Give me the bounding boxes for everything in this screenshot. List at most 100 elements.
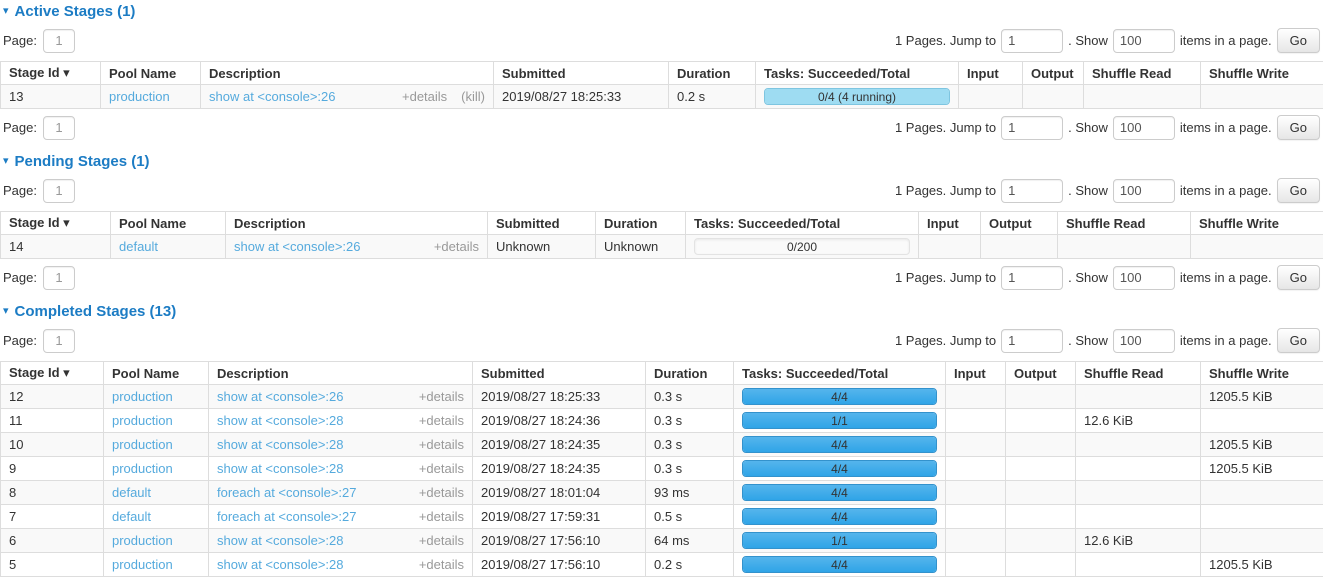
jump-to-input[interactable] bbox=[1001, 179, 1063, 203]
kill-link[interactable]: (kill) bbox=[461, 89, 485, 104]
page-number-input[interactable] bbox=[43, 179, 75, 203]
details-toggle[interactable]: +details bbox=[419, 533, 464, 548]
column-header[interactable]: Output bbox=[981, 212, 1058, 235]
details-toggle[interactable]: +details bbox=[419, 413, 464, 428]
cell-duration: 93 ms bbox=[646, 481, 734, 505]
go-button[interactable]: Go bbox=[1277, 178, 1320, 203]
pool-name-link[interactable]: production bbox=[112, 437, 173, 452]
page-number-input[interactable] bbox=[43, 116, 75, 140]
details-toggle[interactable]: +details bbox=[419, 437, 464, 452]
stage-description-link[interactable]: show at <console>:28 bbox=[217, 461, 343, 476]
column-header[interactable]: Shuffle Write bbox=[1201, 362, 1323, 385]
pool-name-link[interactable]: production bbox=[112, 413, 173, 428]
show-items-input[interactable] bbox=[1113, 116, 1175, 140]
cell-submitted: 2019/08/27 18:01:04 bbox=[473, 481, 646, 505]
go-button[interactable]: Go bbox=[1277, 28, 1320, 53]
show-items-input[interactable] bbox=[1113, 266, 1175, 290]
details-toggle[interactable]: +details bbox=[419, 485, 464, 500]
column-header[interactable]: Stage Id ▾ bbox=[1, 362, 104, 385]
details-toggle[interactable]: +details bbox=[419, 389, 464, 404]
column-header[interactable]: Description bbox=[226, 212, 488, 235]
column-header[interactable]: Duration bbox=[596, 212, 686, 235]
column-header[interactable]: Input bbox=[919, 212, 981, 235]
stage-description-link[interactable]: show at <console>:26 bbox=[209, 89, 335, 104]
page-number-input[interactable] bbox=[43, 266, 75, 290]
jump-to-input[interactable] bbox=[1001, 266, 1063, 290]
pool-name-link[interactable]: default bbox=[112, 509, 151, 524]
column-header[interactable]: Submitted bbox=[494, 62, 669, 85]
show-items-input[interactable] bbox=[1113, 179, 1175, 203]
stage-description-link[interactable]: show at <console>:28 bbox=[217, 437, 343, 452]
column-header[interactable]: Submitted bbox=[473, 362, 646, 385]
cell-tasks: 4/4 bbox=[734, 481, 946, 505]
column-header[interactable]: Tasks: Succeeded/Total bbox=[756, 62, 959, 85]
details-toggle[interactable]: +details bbox=[419, 557, 464, 572]
go-button[interactable]: Go bbox=[1277, 265, 1320, 290]
pool-name-link[interactable]: production bbox=[112, 461, 173, 476]
cell-tasks: 4/4 bbox=[734, 433, 946, 457]
cell-shuffle-write bbox=[1201, 529, 1323, 553]
active-stages-heading[interactable]: ▾ Active Stages (1) bbox=[3, 3, 1323, 20]
column-header[interactable]: Output bbox=[1023, 62, 1084, 85]
column-header[interactable]: Shuffle Read bbox=[1084, 62, 1201, 85]
column-header[interactable]: Pool Name bbox=[104, 362, 209, 385]
details-toggle[interactable]: +details bbox=[402, 89, 447, 104]
cell-stage-id: 10 bbox=[1, 433, 104, 457]
column-header[interactable]: Shuffle Write bbox=[1191, 212, 1323, 235]
page-label: Page: bbox=[3, 333, 37, 348]
stage-description-link[interactable]: foreach at <console>:27 bbox=[217, 509, 357, 524]
details-toggle[interactable]: +details bbox=[434, 239, 479, 254]
column-header[interactable]: Tasks: Succeeded/Total bbox=[686, 212, 919, 235]
pool-name-link[interactable]: production bbox=[112, 533, 173, 548]
pool-name-link[interactable]: production bbox=[112, 557, 173, 572]
jump-to-input[interactable] bbox=[1001, 29, 1063, 53]
column-header[interactable]: Output bbox=[1006, 362, 1076, 385]
details-toggle[interactable]: +details bbox=[419, 509, 464, 524]
items-text: items in a page. bbox=[1180, 333, 1272, 348]
page-number-input[interactable] bbox=[43, 29, 75, 53]
column-header[interactable]: Input bbox=[946, 362, 1006, 385]
column-header[interactable]: Description bbox=[209, 362, 473, 385]
stage-description-link[interactable]: show at <console>:28 bbox=[217, 533, 343, 548]
jump-to-input[interactable] bbox=[1001, 116, 1063, 140]
cell-duration: 64 ms bbox=[646, 529, 734, 553]
column-header[interactable]: Stage Id ▾ bbox=[1, 62, 101, 85]
details-toggle[interactable]: +details bbox=[419, 461, 464, 476]
column-header[interactable]: Shuffle Read bbox=[1076, 362, 1201, 385]
pool-name-link[interactable]: default bbox=[112, 485, 151, 500]
stage-row: 8defaultforeach at <console>:27+details2… bbox=[1, 481, 1323, 505]
stage-description-link[interactable]: show at <console>:26 bbox=[234, 239, 360, 254]
stage-description-link[interactable]: show at <console>:28 bbox=[217, 557, 343, 572]
pool-name-link[interactable]: production bbox=[109, 89, 170, 104]
column-header[interactable]: Pool Name bbox=[101, 62, 201, 85]
column-header[interactable]: Shuffle Read bbox=[1058, 212, 1191, 235]
column-header[interactable]: Pool Name bbox=[111, 212, 226, 235]
pool-name-link[interactable]: default bbox=[119, 239, 158, 254]
column-header[interactable]: Input bbox=[959, 62, 1023, 85]
jump-to-input[interactable] bbox=[1001, 329, 1063, 353]
go-button[interactable]: Go bbox=[1277, 328, 1320, 353]
show-items-input[interactable] bbox=[1113, 329, 1175, 353]
page-number-input[interactable] bbox=[43, 329, 75, 353]
cell-output bbox=[1006, 529, 1076, 553]
column-header[interactable]: Description bbox=[201, 62, 494, 85]
column-header[interactable]: Duration bbox=[646, 362, 734, 385]
task-progress-label: 4/4 bbox=[743, 510, 936, 524]
active-stages-table: Stage Id ▾Pool NameDescriptionSubmittedD… bbox=[0, 61, 1323, 109]
pool-name-link[interactable]: production bbox=[112, 389, 173, 404]
column-header[interactable]: Duration bbox=[669, 62, 756, 85]
column-header[interactable]: Shuffle Write bbox=[1201, 62, 1323, 85]
stage-description-link[interactable]: foreach at <console>:27 bbox=[217, 485, 357, 500]
column-header[interactable]: Stage Id ▾ bbox=[1, 212, 111, 235]
stage-description-link[interactable]: show at <console>:28 bbox=[217, 413, 343, 428]
stage-description-link[interactable]: show at <console>:26 bbox=[217, 389, 343, 404]
collapse-arrow-icon: ▾ bbox=[3, 156, 9, 167]
show-items-input[interactable] bbox=[1113, 29, 1175, 53]
go-button[interactable]: Go bbox=[1277, 115, 1320, 140]
pending-stages-heading[interactable]: ▾ Pending Stages (1) bbox=[3, 153, 1323, 170]
completed-stages-heading[interactable]: ▾ Completed Stages (13) bbox=[3, 303, 1323, 320]
column-header[interactable]: Submitted bbox=[488, 212, 596, 235]
stage-row: 11productionshow at <console>:28+details… bbox=[1, 409, 1323, 433]
column-header[interactable]: Tasks: Succeeded/Total bbox=[734, 362, 946, 385]
task-progress-bar: 0/200 bbox=[694, 238, 910, 255]
